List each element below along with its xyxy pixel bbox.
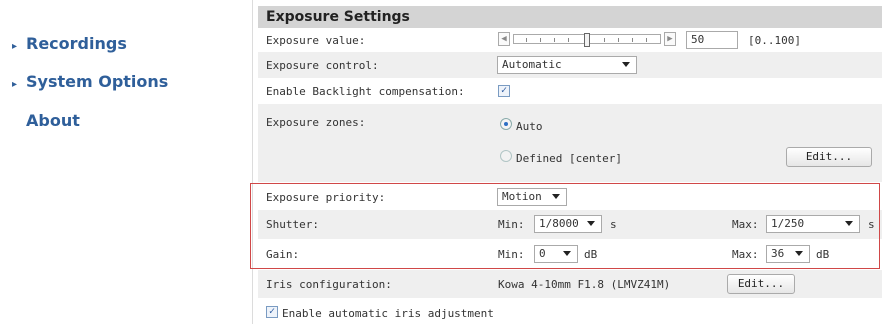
gain-max-label: Max: <box>732 248 759 261</box>
slider-tick <box>618 38 619 42</box>
slider-left-arrow-icon[interactable]: ◀ <box>498 32 510 46</box>
nav-item-system-options[interactable]: ▸ System Options <box>12 72 168 91</box>
exposure-priority-row: Exposure priority: Motion <box>258 184 882 210</box>
auto-iris-row: ✓ Enable automatic iris adjustment <box>258 300 882 324</box>
nav-item-about[interactable]: About <box>26 111 80 130</box>
nav-arrow-icon: ▸ <box>12 41 18 52</box>
exposure-settings-panel: Exposure Settings Exposure value: ◀ ▶ 50… <box>258 0 882 324</box>
chevron-down-icon <box>563 251 571 256</box>
slider-tick <box>646 38 647 42</box>
panel-title: Exposure Settings <box>258 6 882 28</box>
zone-defined-label: Defined [center] <box>516 152 622 165</box>
shutter-max-value: 1/250 <box>771 217 805 230</box>
auto-iris-checkbox[interactable]: ✓ <box>266 306 278 318</box>
zones-edit-button[interactable]: Edit... <box>786 147 872 167</box>
exposure-value-input[interactable]: 50 <box>686 31 738 49</box>
backlight-label: Enable Backlight compensation: <box>266 85 465 98</box>
slider-right-arrow-icon[interactable]: ▶ <box>664 32 676 46</box>
chevron-down-icon <box>845 221 853 226</box>
exposure-priority-label: Exposure priority: <box>266 191 386 204</box>
exposure-control-select[interactable]: Automatic <box>497 56 637 74</box>
shutter-min-label: Min: <box>498 218 525 231</box>
auto-iris-label: Enable automatic iris adjustment <box>282 307 494 320</box>
shutter-min-value: 1/8000 <box>539 217 579 230</box>
nav-arrow-icon: ▸ <box>12 79 18 90</box>
zone-auto-radio[interactable] <box>500 118 512 130</box>
slider-tick <box>632 38 633 42</box>
slider-tick <box>604 38 605 42</box>
iris-row: Iris configuration: Kowa 4-10mm F1.8 (LM… <box>258 270 882 298</box>
iris-label: Iris configuration: <box>266 278 392 291</box>
slider-thumb[interactable] <box>584 33 590 47</box>
slider-tick <box>526 38 527 42</box>
exposure-control-value: Automatic <box>502 58 562 71</box>
nav-item-label: About <box>26 111 80 130</box>
backlight-checkbox[interactable]: ✓ <box>498 85 510 97</box>
nav-item-recordings[interactable]: ▸ Recordings <box>12 34 127 53</box>
gain-min-label: Min: <box>498 248 525 261</box>
shutter-label: Shutter: <box>266 218 319 231</box>
exposure-value-slider[interactable]: ◀ ▶ <box>498 32 676 47</box>
sidebar: ▸ Recordings ▸ System Options About <box>0 0 252 324</box>
gain-label: Gain: <box>266 248 300 261</box>
gain-min-value: 0 <box>539 247 546 260</box>
zone-auto-label: Auto <box>516 120 543 133</box>
shutter-max-unit: s <box>868 218 875 231</box>
exposure-zones-label: Exposure zones: <box>266 116 366 129</box>
exposure-priority-value: Motion <box>502 190 542 203</box>
shutter-row: Shutter: Min: 1/8000 s Max: 1/250 s <box>258 210 882 239</box>
gain-min-unit: dB <box>584 248 598 261</box>
sidebar-divider <box>252 0 253 324</box>
exposure-value-row: Exposure value: ◀ ▶ 50 [0..100] <box>258 28 882 52</box>
chevron-down-icon <box>587 221 595 226</box>
gain-max-value: 36 <box>771 247 785 260</box>
zone-defined-radio[interactable] <box>500 150 512 162</box>
nav-item-label: Recordings <box>26 34 127 53</box>
exposure-control-label: Exposure control: <box>266 59 379 72</box>
exposure-zones-row: Exposure zones: Auto Defined [center] Ed… <box>258 104 882 182</box>
exposure-value-range: [0..100] <box>748 34 801 47</box>
exposure-priority-select[interactable]: Motion <box>497 188 567 206</box>
gain-min-select[interactable]: 0 <box>534 245 578 263</box>
nav-item-label: System Options <box>26 72 169 91</box>
shutter-min-unit: s <box>610 218 617 231</box>
slider-tick <box>568 38 569 42</box>
gain-max-unit: dB <box>816 248 830 261</box>
chevron-down-icon <box>622 62 630 67</box>
shutter-max-select[interactable]: 1/250 <box>766 215 860 233</box>
slider-track[interactable] <box>513 33 661 47</box>
exposure-value-label: Exposure value: <box>266 34 366 47</box>
exposure-control-row: Exposure control: Automatic <box>258 52 882 78</box>
iris-value: Kowa 4-10mm F1.8 (LMVZ41M) <box>498 278 671 291</box>
backlight-row: Enable Backlight compensation: ✓ <box>258 78 882 104</box>
shutter-min-select[interactable]: 1/8000 <box>534 215 602 233</box>
slider-tick <box>554 38 555 42</box>
chevron-down-icon <box>795 251 803 256</box>
iris-edit-button[interactable]: Edit... <box>727 274 795 294</box>
shutter-max-label: Max: <box>732 218 759 231</box>
slider-tick <box>540 38 541 42</box>
gain-max-select[interactable]: 36 <box>766 245 810 263</box>
gain-row: Gain: Min: 0 dB Max: 36 dB <box>258 240 882 268</box>
chevron-down-icon <box>552 194 560 199</box>
